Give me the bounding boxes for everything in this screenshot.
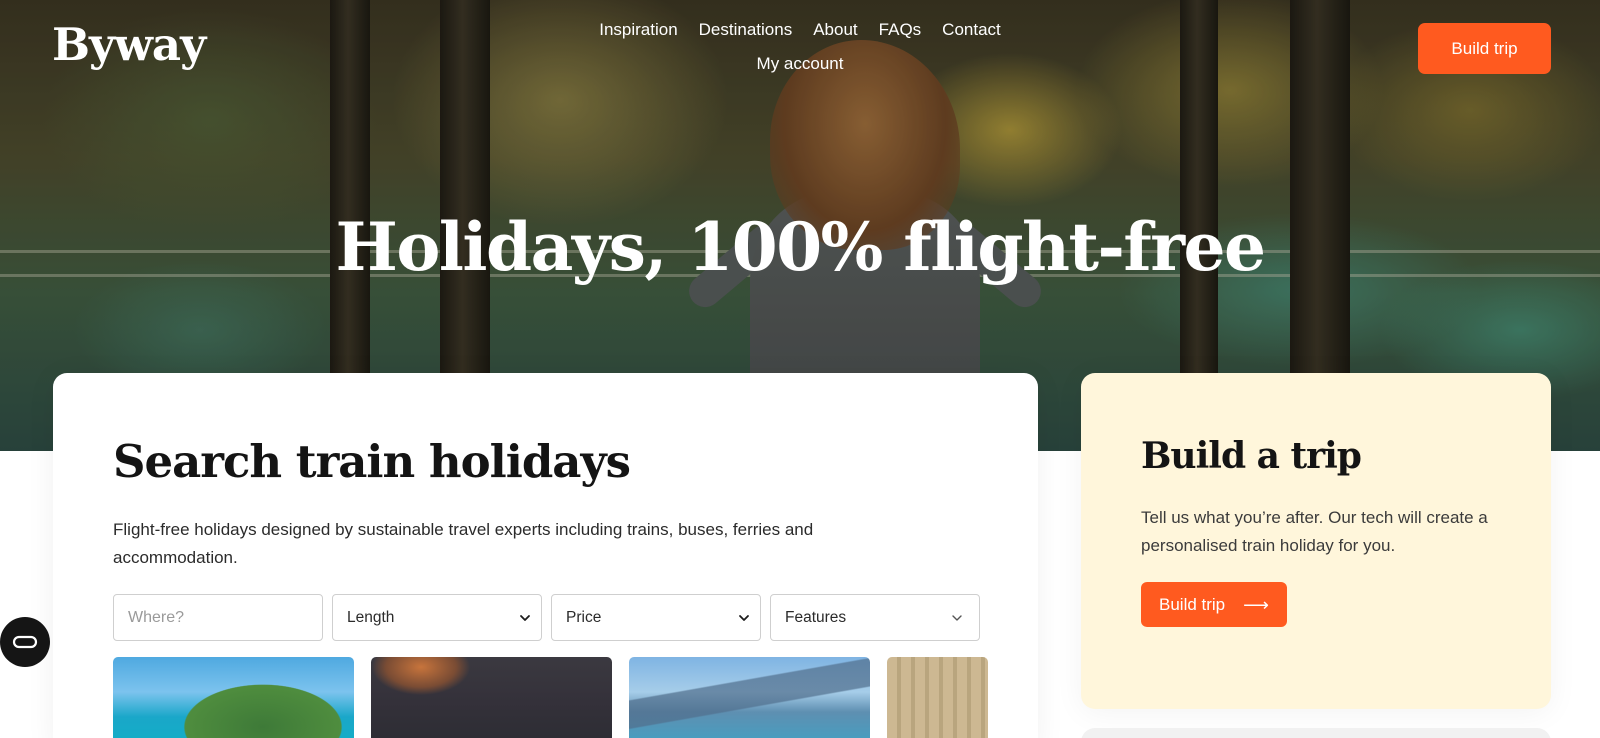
nav-link-inspiration[interactable]: Inspiration (599, 18, 677, 42)
destination-thumbnail-coast[interactable] (113, 657, 354, 738)
accessibility-icon (12, 635, 38, 649)
destination-thumbnail-castle[interactable] (371, 657, 612, 738)
nav-link-destinations[interactable]: Destinations (699, 18, 793, 42)
search-card: Search train holidays Flight-free holida… (53, 373, 1038, 738)
length-select[interactable]: Length (332, 594, 542, 641)
search-description: Flight-free holidays designed by sustain… (113, 520, 814, 567)
features-select-label: Features (785, 608, 847, 626)
build-trip-title: Build a trip (1141, 435, 1362, 477)
byway-logo[interactable]: Byway (52, 18, 206, 71)
build-trip-button[interactable]: Build trip ⟶ (1141, 582, 1287, 627)
build-trip-description: Tell us what you’re after. Our tech will… (1141, 508, 1488, 555)
hero-title: Holidays, 100% flight-free (335, 208, 1266, 286)
main-nav: Inspiration Destinations About FAQs Cont… (560, 18, 1040, 76)
chevron-down-icon (520, 615, 530, 621)
build-trip-card: Build a trip Tell us what you’re after. … (1081, 373, 1551, 709)
search-title: Search train holidays (113, 435, 631, 488)
price-select[interactable]: Price (551, 594, 761, 641)
build-trip-button-label: Build trip (1159, 594, 1226, 614)
destination-thumbnail-city[interactable] (887, 657, 988, 738)
destination-thumbnail-lake[interactable] (629, 657, 870, 738)
chevron-down-icon (952, 615, 962, 621)
chevron-down-icon (739, 615, 749, 621)
destination-thumbnails (113, 657, 988, 738)
length-select-label: Length (347, 608, 395, 626)
nav-link-contact[interactable]: Contact (942, 18, 1001, 42)
features-select[interactable]: Features (770, 594, 980, 641)
nav-link-faqs[interactable]: FAQs (879, 18, 922, 42)
header-build-trip-button[interactable]: Build trip (1418, 23, 1551, 74)
accessibility-widget-button[interactable] (0, 617, 50, 667)
arrow-right-icon: ⟶ (1243, 594, 1269, 615)
search-filters: Where? Length Price Features (113, 594, 980, 641)
nav-link-my-account[interactable]: My account (757, 52, 844, 76)
nav-link-about[interactable]: About (813, 18, 857, 42)
where-input[interactable]: Where? (113, 594, 323, 641)
price-select-label: Price (566, 608, 602, 626)
next-card-edge (1081, 728, 1551, 738)
